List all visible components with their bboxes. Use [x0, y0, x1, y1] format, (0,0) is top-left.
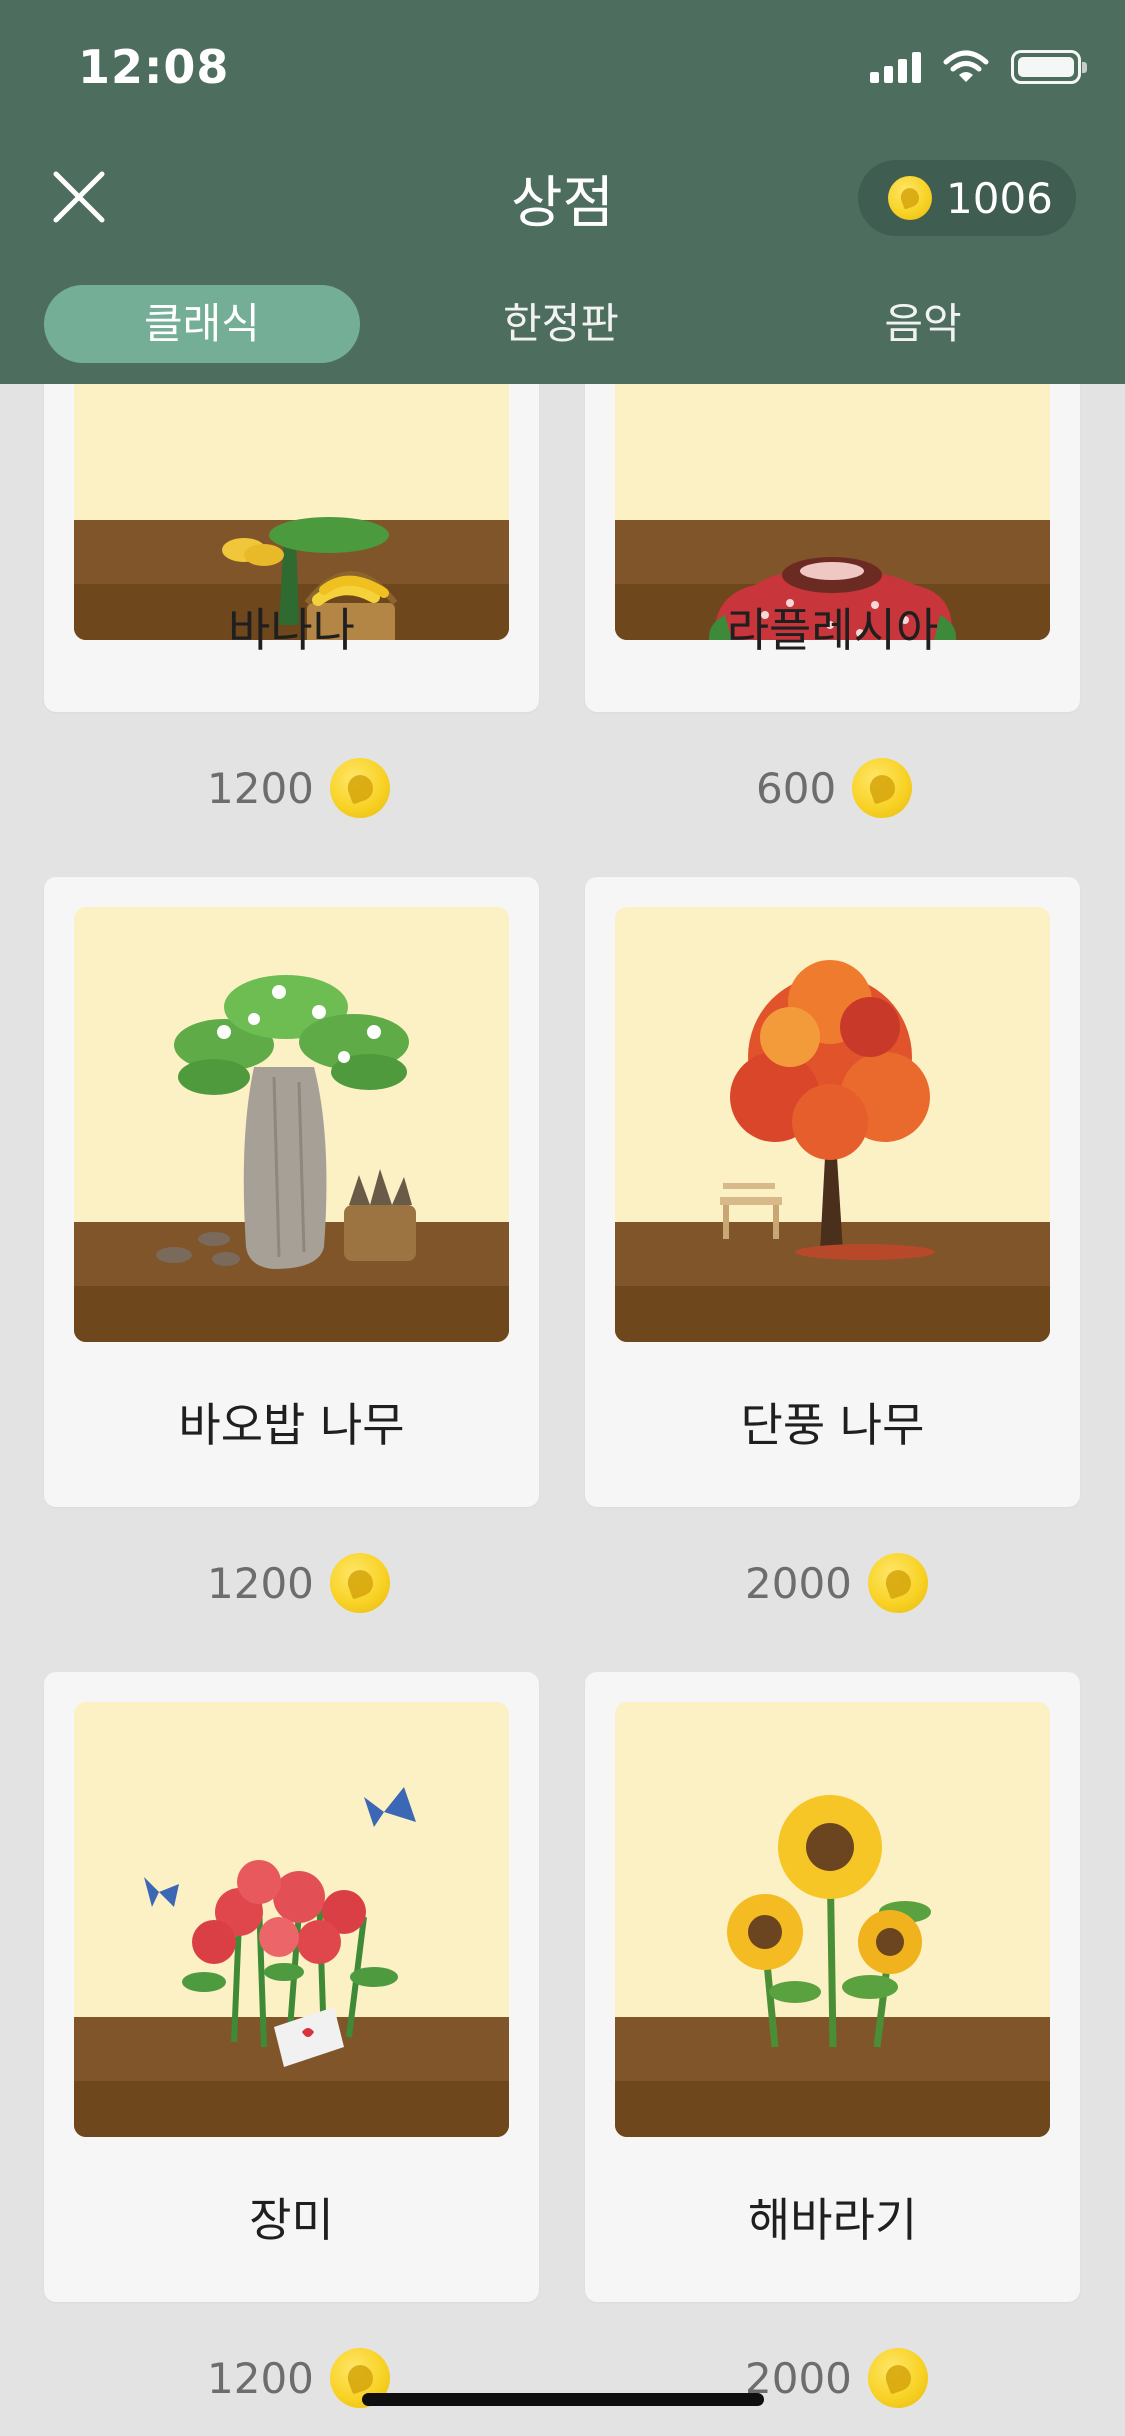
- coin-icon: [329, 758, 390, 818]
- coin-icon: [867, 2348, 928, 2408]
- header: 12:08 상점 1006 클래식 한정판 음악: [0, 0, 1125, 384]
- maple-tree-icon: [615, 907, 1050, 1342]
- item-name: 바나나: [228, 603, 355, 657]
- coin-icon: [852, 758, 913, 818]
- rose-icon: [74, 1702, 509, 2137]
- status-time: 12:08: [78, 40, 230, 94]
- wifi-icon: [943, 50, 989, 82]
- item-name: 바오밥 나무: [178, 1398, 405, 1452]
- item-name: 단풍 나무: [740, 1398, 925, 1452]
- tab-music[interactable]: 음악: [765, 285, 1081, 363]
- shop-item-card[interactable]: 해바라기: [585, 1672, 1080, 2302]
- baobab-tree-icon: [74, 907, 509, 1342]
- category-tabs: 클래식 한정판 음악: [44, 285, 1081, 363]
- status-icons: [870, 50, 1087, 84]
- shop-item-card[interactable]: 바오밥 나무: [44, 877, 539, 1507]
- item-name: 해바라기: [747, 2193, 918, 2247]
- item-price: 2000: [745, 2348, 928, 2408]
- shop-item-card[interactable]: 장미: [44, 1672, 539, 2302]
- coin-icon: [888, 176, 932, 220]
- coin-balance-value: 1006: [946, 173, 1053, 223]
- shop-item-card[interactable]: 단풍 나무: [585, 877, 1080, 1507]
- item-price: 2000: [745, 1553, 928, 1613]
- tab-classic[interactable]: 클래식: [44, 285, 360, 363]
- shop-item-card[interactable]: 라플레시아: [585, 205, 1080, 712]
- coin-icon: [329, 1553, 390, 1613]
- shop-item-card[interactable]: 바나나: [44, 205, 539, 712]
- item-price: 600: [756, 758, 913, 818]
- item-name: 장미: [249, 2193, 334, 2247]
- item-price: 1200: [207, 1553, 390, 1613]
- price-value: 1200: [207, 763, 314, 813]
- cellular-signal-icon: [870, 51, 921, 83]
- price-value: 600: [756, 763, 837, 813]
- tab-limited[interactable]: 한정판: [403, 285, 719, 363]
- price-value: 1200: [207, 1558, 314, 1608]
- coin-icon: [867, 1553, 928, 1613]
- item-name: 라플레시아: [726, 603, 939, 657]
- price-value: 2000: [745, 1558, 852, 1608]
- price-value: 1200: [207, 2353, 314, 2403]
- coin-balance: 1006: [858, 160, 1076, 236]
- sunflower-icon: [615, 1702, 1050, 2137]
- home-indicator[interactable]: [362, 2393, 764, 2406]
- battery-icon: [1011, 50, 1087, 84]
- item-price: 1200: [207, 758, 390, 818]
